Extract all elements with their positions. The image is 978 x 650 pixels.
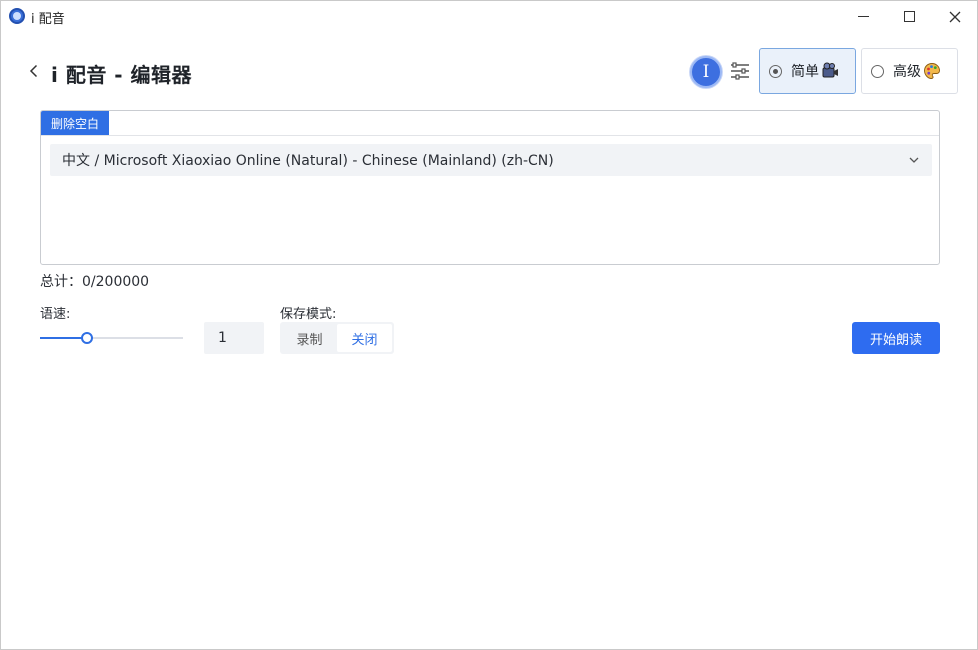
minimize-button[interactable] [840,1,886,32]
info-button[interactable]: I [690,56,722,88]
save-mode-off[interactable]: 关闭 [337,324,392,352]
chevron-left-icon [29,64,38,78]
editor-divider [41,135,939,136]
start-reading-button[interactable]: 开始朗读 [852,322,940,354]
info-icon: I [702,62,710,82]
save-mode-record[interactable]: 录制 [282,324,337,352]
mode-label-advanced: 高级 [893,64,921,80]
speed-label: 语速: [40,307,71,322]
settings-button[interactable] [728,59,752,83]
total-count: 总计：0/200000 [40,274,150,290]
text-editor-panel[interactable]: 删除空白 中文 / Microsoft Xiaoxiao Online (Nat… [40,110,940,265]
speed-slider-thumb[interactable] [81,332,94,344]
close-icon [949,11,961,22]
sliders-icon [731,62,749,80]
delete-blank-button[interactable]: 删除空白 [41,111,110,135]
window-title: i 配音 [31,12,65,27]
minimize-icon [857,16,869,17]
speed-slider-fill [40,337,88,339]
radio-checked-icon [769,64,782,78]
maximize-button[interactable] [886,1,932,32]
mode-option-advanced[interactable]: 高级 [861,48,958,94]
mode-option-simple[interactable]: 简单 [759,48,856,94]
app-logo-icon [9,8,25,24]
save-mode-label: 保存模式: [280,307,337,322]
maximize-icon [903,11,915,22]
page-title: i 配音 - 编辑器 [51,63,193,87]
voice-select-value: 中文 / Microsoft Xiaoxiao Online (Natural)… [62,153,554,169]
speed-input[interactable]: 1 [204,322,264,354]
chevron-down-icon [909,157,919,163]
palette-icon [923,62,941,80]
voice-select[interactable]: 中文 / Microsoft Xiaoxiao Online (Natural)… [50,144,932,176]
title-bar: i 配音 [1,1,977,32]
radio-unchecked-icon [871,64,884,78]
speed-slider[interactable] [40,332,183,344]
back-button[interactable] [27,61,41,81]
close-button[interactable] [932,1,978,32]
film-projector-icon [821,62,839,80]
mode-label-simple: 简单 [791,64,819,80]
save-mode-toggle[interactable]: 录制 关闭 [280,322,394,354]
